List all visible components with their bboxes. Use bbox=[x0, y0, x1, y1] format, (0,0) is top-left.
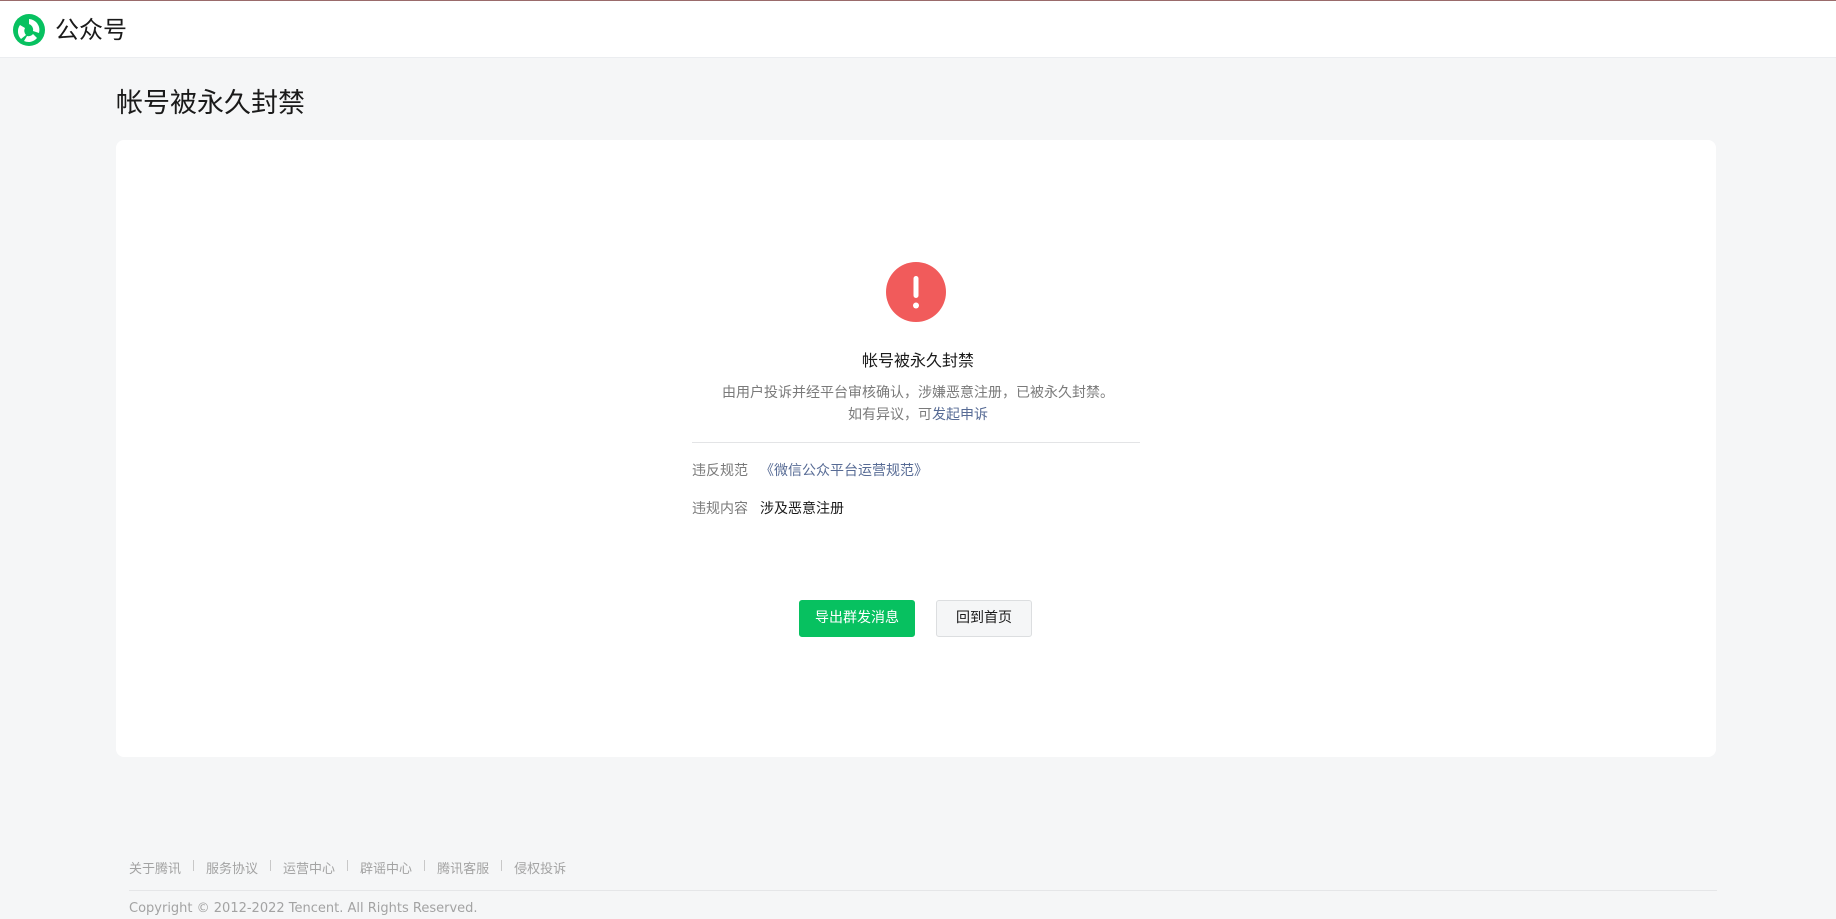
violated-rule-label: 违反规范 bbox=[692, 463, 748, 479]
details-divider bbox=[692, 442, 1140, 443]
page-title: 帐号被永久封禁 bbox=[116, 88, 305, 119]
footer-link-operations-center[interactable]: 运营中心 bbox=[283, 860, 335, 880]
footer-link-terms[interactable]: 服务协议 bbox=[206, 860, 258, 880]
operation-rules-link[interactable]: 《微信公众平台运营规范》 bbox=[760, 463, 928, 479]
appeal-link[interactable]: 发起申诉 bbox=[932, 407, 988, 423]
footer-divider bbox=[129, 890, 1717, 891]
footer-link-about[interactable]: 关于腾讯 bbox=[129, 860, 181, 880]
export-messages-button[interactable]: 导出群发消息 bbox=[799, 600, 915, 637]
footer-links: 关于腾讯 服务协议 运营中心 辟谣中心 腾讯客服 侵权投诉 bbox=[129, 860, 566, 880]
violation-content-row: 违规内容 涉及恶意注册 bbox=[692, 498, 844, 520]
ban-notice-card bbox=[116, 140, 1716, 757]
brand-name[interactable]: 公众号 bbox=[55, 13, 127, 47]
violation-content-value: 涉及恶意注册 bbox=[760, 501, 844, 517]
footer-link-rumor-center[interactable]: 辟谣中心 bbox=[360, 860, 412, 880]
violation-content-label: 违规内容 bbox=[692, 501, 748, 517]
footer-separator bbox=[501, 860, 503, 871]
status-description: 由用户投诉并经平台审核确认，涉嫌恶意注册，已被永久封禁。 bbox=[722, 385, 1114, 401]
appeal-line: 如有异议，可发起申诉 bbox=[0, 404, 1836, 426]
violated-rule-row: 违反规范 《微信公众平台运营规范》 bbox=[692, 460, 928, 482]
top-header: 公众号 bbox=[0, 1, 1836, 58]
exclamation-icon bbox=[886, 262, 946, 322]
status-title: 帐号被永久封禁 bbox=[861, 351, 974, 370]
footer-link-infringement[interactable]: 侵权投诉 bbox=[514, 860, 566, 880]
appeal-prefix: 如有异议，可 bbox=[848, 407, 932, 423]
back-to-home-button[interactable]: 回到首页 bbox=[936, 600, 1032, 637]
footer-separator bbox=[270, 860, 272, 871]
footer-separator bbox=[193, 860, 195, 871]
footer-link-customer-service[interactable]: 腾讯客服 bbox=[437, 860, 489, 880]
footer-separator bbox=[424, 860, 426, 871]
footer-separator bbox=[347, 860, 349, 871]
copyright: Copyright © 2012-2022 Tencent. All Right… bbox=[129, 901, 478, 916]
wechat-official-account-logo-icon[interactable] bbox=[12, 13, 46, 47]
